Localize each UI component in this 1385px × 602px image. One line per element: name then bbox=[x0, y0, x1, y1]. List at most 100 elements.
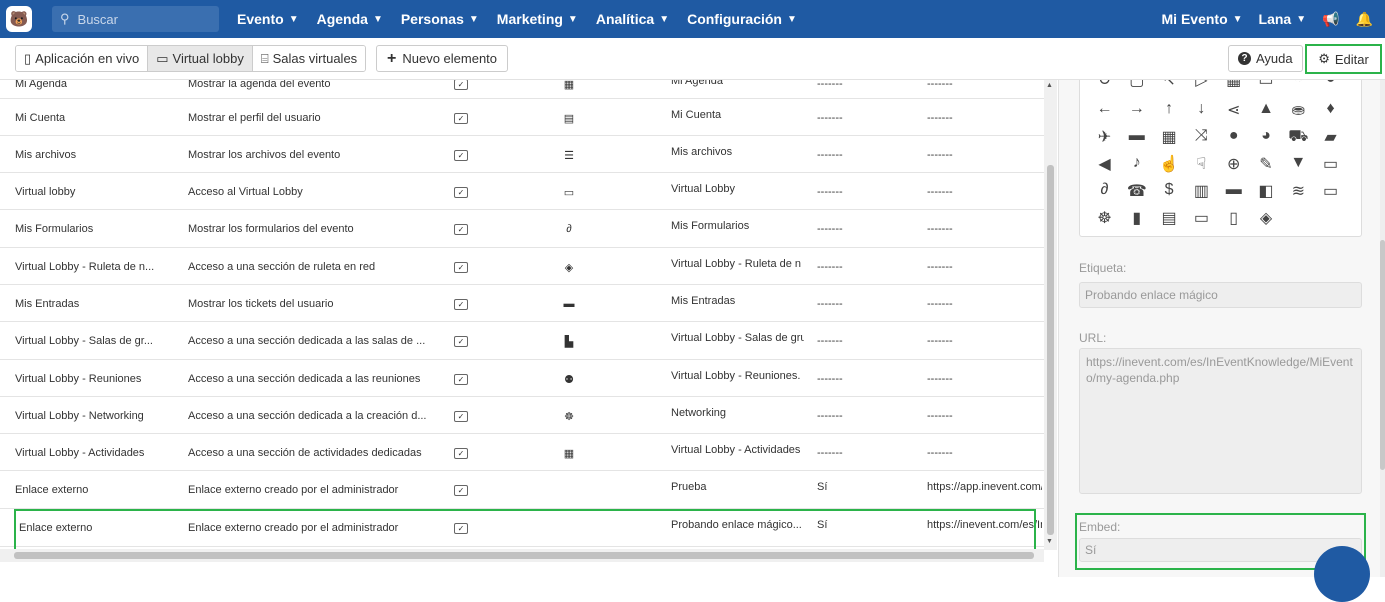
checkbox[interactable]: ✓ bbox=[454, 80, 468, 90]
picker-option-icon[interactable]: ↻ bbox=[1092, 80, 1117, 90]
scroll-thumb[interactable] bbox=[1047, 165, 1054, 535]
nav-personas[interactable]: Personas ▼ bbox=[401, 11, 479, 27]
event-selector[interactable]: Mi Evento ▼ bbox=[1162, 11, 1243, 27]
picker-option-icon[interactable]: ◈ bbox=[1253, 208, 1278, 228]
picker-option-icon[interactable]: ☎ bbox=[1124, 181, 1149, 201]
picker-option-icon[interactable]: ◕ bbox=[1318, 80, 1343, 90]
picker-option-icon[interactable]: ⤨ bbox=[1189, 127, 1214, 147]
picker-option-icon[interactable]: ↑ bbox=[1157, 100, 1182, 120]
tab-aplicacion-en-vivo[interactable]: ▯ Aplicación en vivo bbox=[16, 46, 149, 71]
checkbox[interactable]: ✓ bbox=[454, 523, 468, 534]
picker-option-icon[interactable]: ▢ bbox=[1124, 80, 1149, 90]
checkbox[interactable]: ✓ bbox=[454, 373, 468, 385]
table-row[interactable]: Virtual Lobby - Ruleta de n... Acceso a u… bbox=[0, 248, 1044, 285]
label-input[interactable] bbox=[1079, 282, 1362, 308]
picker-option-icon[interactable]: ↖ bbox=[1157, 80, 1182, 90]
picker-option-icon[interactable]: ▭ bbox=[1189, 208, 1214, 228]
picker-option-icon[interactable]: ☸ bbox=[1092, 208, 1117, 228]
megaphone-icon[interactable]: 📢 bbox=[1322, 11, 1339, 28]
picker-option-icon[interactable]: ▭ bbox=[1253, 80, 1278, 90]
picker-option-icon[interactable]: ⛂ bbox=[1286, 100, 1311, 120]
picker-option-icon[interactable]: ⋖ bbox=[1221, 100, 1246, 120]
tab-salas-virtuales[interactable]: ⌸ Salas virtuales bbox=[252, 46, 366, 71]
checkbox[interactable]: ✓ bbox=[454, 447, 468, 459]
help-button[interactable]: ? Ayuda bbox=[1228, 45, 1303, 72]
edit-button[interactable]: ⚙ Editar bbox=[1305, 44, 1382, 74]
picker-option-icon[interactable]: ← bbox=[1092, 100, 1117, 120]
picker-option-icon[interactable]: $ bbox=[1157, 181, 1182, 201]
picker-option-icon[interactable]: ✈ bbox=[1092, 127, 1117, 147]
checkbox[interactable]: ✓ bbox=[454, 336, 468, 347]
picker-option-icon[interactable]: ⛟ bbox=[1286, 127, 1311, 147]
table-row[interactable]: Mis Entradas Mostrar los tickets del usua… bbox=[0, 285, 1044, 322]
tab-virtual-lobby[interactable]: ▭ Virtual lobby bbox=[148, 46, 253, 71]
picker-option-icon[interactable]: ▮ bbox=[1124, 208, 1149, 228]
picker-option-icon[interactable]: ≋ bbox=[1286, 181, 1311, 201]
picker-option-icon[interactable]: ▬ bbox=[1221, 181, 1246, 201]
table-row[interactable]: Enlace externo Enlace externo creado por … bbox=[0, 509, 1044, 547]
url-textarea[interactable]: https://inevent.com/es/InEventKnowledge/… bbox=[1079, 348, 1362, 494]
picker-option-icon[interactable]: → bbox=[1124, 100, 1149, 120]
picker-option-icon[interactable]: ✎ bbox=[1253, 154, 1278, 174]
table-row[interactable]: Virtual Lobby - Reuniones Acceso a una se… bbox=[0, 360, 1044, 397]
checkbox[interactable]: ✓ bbox=[454, 298, 468, 310]
checkbox[interactable]: ✓ bbox=[454, 410, 468, 422]
picker-option-icon[interactable]: ☝ bbox=[1157, 154, 1182, 174]
picker-option-icon[interactable]: ◧ bbox=[1253, 181, 1278, 201]
table-row[interactable]: Virtual Lobby - Networking Acceso a una s… bbox=[0, 397, 1044, 434]
table-row[interactable]: Mi Cuenta Mostrar el perfil del usuario ✓ ▤… bbox=[0, 99, 1044, 136]
picker-option-icon[interactable]: ▼ bbox=[1286, 154, 1311, 174]
picker-option-icon[interactable]: ☟ bbox=[1189, 154, 1214, 174]
picker-option-icon[interactable]: ◀ bbox=[1092, 154, 1117, 174]
scroll-thumb[interactable] bbox=[1380, 240, 1385, 470]
nav-analitica[interactable]: Analítica ▼ bbox=[596, 11, 669, 27]
search-input[interactable] bbox=[77, 11, 208, 27]
nav-marketing[interactable]: Marketing ▼ bbox=[497, 11, 578, 27]
picker-option-icon[interactable]: ▯ bbox=[1221, 208, 1246, 228]
picker-option-icon[interactable]: ∂ bbox=[1092, 181, 1117, 201]
table-row[interactable]: Enlace externo Enlace externo creado por … bbox=[0, 471, 1044, 509]
picker-option-icon[interactable]: ▲ bbox=[1253, 100, 1278, 120]
checkbox[interactable]: ✓ bbox=[454, 112, 468, 124]
table-row[interactable]: Virtual Lobby - Salas de gr... Acceso a u… bbox=[0, 322, 1044, 360]
new-element-button[interactable]: + Nuevo elemento bbox=[376, 45, 509, 72]
picker-option-icon[interactable]: ↓ bbox=[1189, 100, 1214, 120]
table-row[interactable]: Mi Agenda Mostrar la agenda del evento ✓ ▦ M… bbox=[0, 80, 1044, 99]
picker-option-icon[interactable]: ● bbox=[1221, 127, 1246, 147]
table-row[interactable]: Mis archivos Mostrar los archivos del eve… bbox=[0, 136, 1044, 173]
table-row[interactable]: Mis Formularios Mostrar los formularios d… bbox=[0, 210, 1044, 248]
nav-agenda[interactable]: Agenda ▼ bbox=[317, 11, 383, 27]
nav-configuracion[interactable]: Configuración ▼ bbox=[687, 11, 797, 27]
table-row[interactable]: Virtual Lobby - Actividades Acceso a una … bbox=[0, 434, 1044, 471]
panel-scrollbar[interactable] bbox=[1380, 80, 1385, 577]
picker-option-icon[interactable]: ▤ bbox=[1157, 208, 1182, 228]
picker-option-icon[interactable]: ♪ bbox=[1124, 154, 1149, 174]
picker-option-icon[interactable]: ▭ bbox=[1318, 154, 1343, 174]
picker-option-icon[interactable]: ◕ bbox=[1253, 127, 1278, 147]
table-row[interactable]: Virtual lobby Acceso al Virtual Lobby ✓ ▭ Vi… bbox=[0, 173, 1044, 210]
picker-option-icon[interactable]: ▷ bbox=[1189, 80, 1214, 90]
scroll-thumb[interactable] bbox=[14, 552, 1034, 559]
picker-option-icon[interactable]: ♦ bbox=[1318, 100, 1343, 120]
vertical-scrollbar[interactable]: ▲ ▼ bbox=[1044, 80, 1057, 550]
bell-icon[interactable]: 🔔 bbox=[1356, 11, 1373, 28]
language-selector[interactable]: Lana ▼ bbox=[1259, 11, 1307, 27]
scroll-down-icon[interactable]: ▼ bbox=[1046, 538, 1053, 545]
chat-button[interactable] bbox=[1314, 546, 1370, 602]
picker-option-icon[interactable]: ▥ bbox=[1189, 181, 1214, 201]
checkbox[interactable]: ✓ bbox=[454, 224, 468, 235]
horizontal-scrollbar[interactable] bbox=[0, 549, 1044, 562]
picker-option-icon[interactable]: ▭ bbox=[1318, 181, 1343, 201]
checkbox[interactable]: ✓ bbox=[454, 186, 468, 198]
scroll-up-icon[interactable]: ▲ bbox=[1046, 82, 1053, 89]
checkbox[interactable]: ✓ bbox=[454, 261, 468, 273]
picker-option-icon[interactable]: ⊕ bbox=[1221, 154, 1246, 174]
app-logo[interactable]: 🐻 bbox=[6, 6, 32, 32]
picker-option-icon[interactable]: ▬ bbox=[1124, 127, 1149, 147]
picker-option-icon[interactable]: ▦ bbox=[1157, 127, 1182, 147]
picker-option-icon[interactable]: ▰ bbox=[1318, 127, 1343, 147]
picker-option-icon[interactable]: ▦ bbox=[1221, 80, 1246, 90]
nav-evento[interactable]: Evento ▼ bbox=[237, 11, 299, 27]
checkbox[interactable]: ✓ bbox=[454, 485, 468, 496]
checkbox[interactable]: ✓ bbox=[454, 149, 468, 161]
